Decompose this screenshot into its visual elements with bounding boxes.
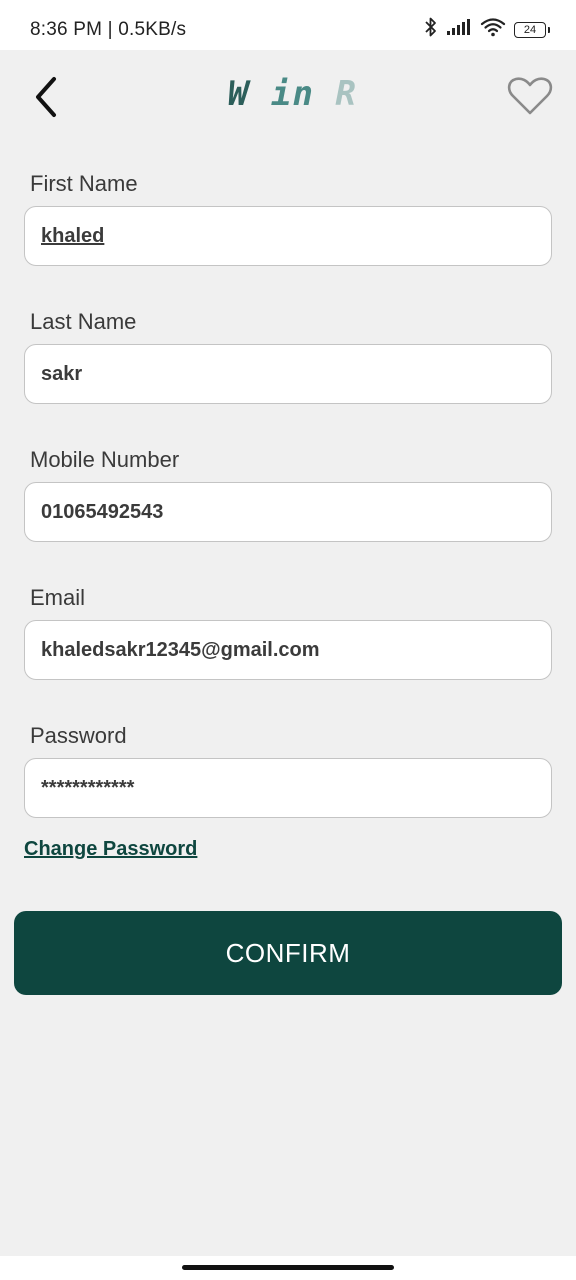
first-name-label: First Name (30, 171, 138, 196)
status-time: 8:36 PM | 0.5KB/s (30, 19, 187, 40)
battery-icon: 24 (514, 21, 550, 38)
logo-part-w: W (228, 74, 250, 114)
mobile-number-label: Mobile Number (30, 447, 180, 472)
signal-icon (446, 18, 472, 41)
back-button[interactable] (26, 74, 66, 124)
wifi-icon (480, 17, 506, 42)
logo-part-r: R (335, 74, 357, 114)
change-password-link[interactable]: Change Password (24, 838, 197, 861)
status-icons: 24 (424, 16, 550, 43)
app-logo: W in R (228, 74, 357, 114)
email-input[interactable] (24, 620, 552, 680)
first-name-input[interactable] (24, 206, 552, 266)
last-name-input[interactable] (24, 344, 552, 404)
navigation-bar (0, 1256, 576, 1280)
mobile-number-input[interactable] (24, 482, 552, 542)
header: W in R (0, 50, 576, 150)
home-indicator[interactable] (182, 1265, 394, 1270)
last-name-label: Last Name (30, 309, 137, 334)
status-bar: 8:36 PM | 0.5KB/s 24 (0, 0, 576, 50)
logo-part-in: in (270, 74, 314, 114)
confirm-button[interactable]: CONFIRM (14, 911, 562, 995)
email-label: Email (30, 585, 86, 610)
password-input[interactable] (24, 758, 552, 818)
password-label: Password (30, 723, 127, 748)
heart-outline-icon (507, 76, 553, 121)
favorite-button[interactable] (506, 74, 554, 122)
chevron-left-icon (32, 75, 60, 124)
bluetooth-icon (424, 16, 438, 43)
